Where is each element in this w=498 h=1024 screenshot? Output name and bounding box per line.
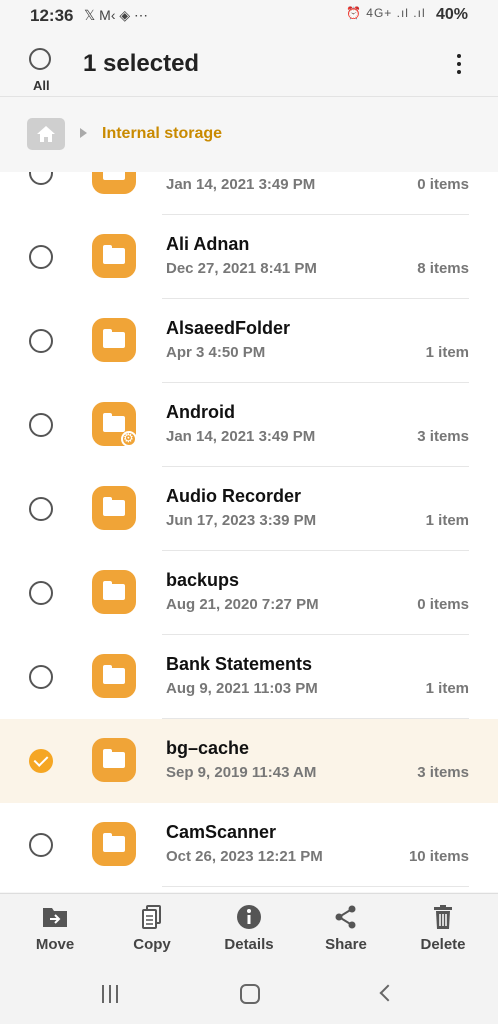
- file-date: Aug 9, 2021 11:03 PM: [166, 680, 318, 697]
- notification-icons: 𝕏 M‹ ◈ ⋯: [84, 7, 149, 23]
- file-name: bg–cache: [166, 738, 250, 758]
- share-label: Share: [325, 936, 367, 953]
- breadcrumb: Internal storage: [0, 108, 498, 162]
- file-date: Sep 9, 2019 11:43 AM: [166, 764, 317, 781]
- page-title: 1 selected: [83, 50, 200, 77]
- file-name: AlsaeedFolder: [166, 318, 291, 338]
- breadcrumb-chevron-icon: [80, 128, 87, 138]
- row-checkbox[interactable]: [29, 749, 53, 773]
- file-row[interactable]: backups Aug 21, 2020 7:27 PM 0 items: [0, 551, 498, 635]
- file-name: Bank Statements: [166, 654, 313, 674]
- row-checkbox[interactable]: [29, 413, 53, 437]
- row-checkbox[interactable]: [29, 833, 53, 857]
- details-button[interactable]: Details: [209, 904, 289, 953]
- folder-icon: [92, 822, 136, 866]
- file-row[interactable]: CamScanner Oct 26, 2023 12:21 PM 10 items: [0, 803, 498, 887]
- move-button[interactable]: Move: [15, 904, 95, 953]
- recents-icon[interactable]: [102, 985, 120, 1003]
- item-count: 0 items: [417, 176, 469, 193]
- folder-icon: [92, 654, 136, 698]
- trash-icon: [434, 905, 452, 929]
- system-nav-bar: [0, 969, 498, 1024]
- file-name: Android: [166, 402, 235, 422]
- settings-badge-icon: [121, 431, 137, 447]
- file-name: Ali Adnan: [166, 234, 250, 254]
- row-checkbox[interactable]: [29, 172, 53, 185]
- status-time: 12:36: [30, 6, 74, 25]
- file-row[interactable]: AlsaeedFolder Apr 3 4:50 PM 1 item: [0, 299, 498, 383]
- file-list: Jan 14, 2021 3:49 PM 0 items Ali Adnan Dec …: [0, 172, 498, 892]
- copy-label: Copy: [133, 936, 171, 953]
- item-count: 1 item: [425, 512, 469, 529]
- copy-button[interactable]: Copy: [112, 904, 192, 953]
- battery-level: 40%: [435, 6, 468, 23]
- details-label: Details: [224, 936, 274, 953]
- file-date: Aug 21, 2020 7:27 PM: [166, 596, 319, 613]
- row-checkbox[interactable]: [29, 245, 53, 269]
- signal-icons: ⏰ 4G+ .ıl .ıl: [346, 6, 426, 20]
- file-date: Oct 26, 2023 12:21 PM: [166, 848, 323, 865]
- delete-label: Delete: [420, 936, 466, 953]
- file-date: Jan 14, 2021 3:49 PM: [166, 428, 316, 445]
- file-row[interactable]: Android Jan 14, 2021 3:49 PM 3 items: [0, 383, 498, 467]
- item-count: 3 items: [417, 428, 469, 445]
- share-button[interactable]: Share: [306, 904, 386, 953]
- share-icon: [335, 905, 356, 929]
- delete-button[interactable]: Delete: [403, 904, 483, 953]
- back-icon[interactable]: [379, 984, 397, 1002]
- file-name: Audio Recorder: [166, 486, 302, 506]
- row-checkbox[interactable]: [29, 329, 53, 353]
- copy-icon: [142, 905, 161, 929]
- item-count: 0 items: [417, 596, 469, 613]
- select-all-checkbox[interactable]: [29, 48, 51, 70]
- file-row[interactable]: Bank Statements Aug 9, 2021 11:03 PM 1 ite…: [0, 635, 498, 719]
- home-icon[interactable]: [27, 118, 65, 150]
- file-date: Dec 27, 2021 8:41 PM: [166, 260, 317, 277]
- selection-header: All 1 selected: [0, 30, 498, 97]
- folder-icon: [92, 234, 136, 278]
- file-date: Jun 17, 2023 3:39 PM: [166, 512, 317, 529]
- file-date: Apr 3 4:50 PM: [166, 344, 266, 361]
- item-count: 8 items: [417, 260, 469, 277]
- select-all-label: All: [33, 78, 50, 93]
- breadcrumb-location[interactable]: Internal storage: [102, 125, 222, 143]
- move-label: Move: [35, 936, 75, 953]
- file-row[interactable]: Ali Adnan Dec 27, 2021 8:41 PM 8 items: [0, 215, 498, 299]
- folder-icon: [92, 402, 137, 447]
- bottom-action-bar: Move Copy Details Share Delete: [0, 893, 498, 970]
- folder-icon: [92, 172, 136, 194]
- folder-icon: [92, 570, 136, 614]
- folder-icon: [92, 486, 136, 530]
- item-count: 1 item: [425, 680, 469, 697]
- file-row[interactable]: bg–cache Sep 9, 2019 11:43 AM 3 items: [0, 719, 498, 803]
- move-icon: [43, 908, 67, 927]
- file-row[interactable]: Jan 14, 2021 3:49 PM 0 items: [0, 172, 498, 215]
- row-checkbox[interactable]: [29, 581, 53, 605]
- divider: [162, 886, 469, 887]
- file-row[interactable]: Audio Recorder Jun 17, 2023 3:39 PM 1 item: [0, 467, 498, 551]
- folder-icon: [92, 738, 136, 782]
- file-date: Jan 14, 2021 3:49 PM: [166, 176, 316, 193]
- more-options-icon[interactable]: [454, 52, 464, 76]
- info-icon: [237, 905, 261, 929]
- item-count: 1 item: [425, 344, 469, 361]
- home-nav-icon[interactable]: [240, 984, 260, 1004]
- file-name: backups: [166, 570, 240, 590]
- row-checkbox[interactable]: [29, 497, 53, 521]
- folder-icon: [92, 318, 136, 362]
- item-count: 10 items: [408, 848, 469, 865]
- status-bar: 12:36 𝕏 M‹ ◈ ⋯ ⏰ 4G+ .ıl .ıl 40%: [0, 0, 498, 30]
- file-name: CamScanner: [166, 822, 277, 842]
- row-checkbox[interactable]: [29, 665, 53, 689]
- item-count: 3 items: [417, 764, 469, 781]
